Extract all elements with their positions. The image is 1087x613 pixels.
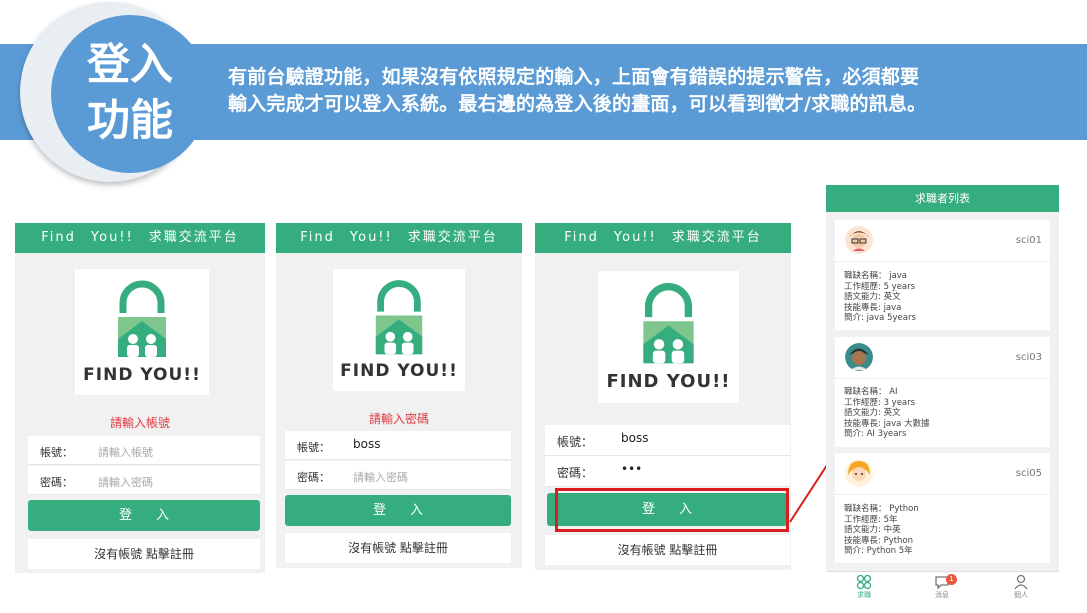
job-seeker-list-screen: 求職者列表 sci01 職缺名稱： java 工作經歷: 5 years 語文能…: [826, 185, 1059, 605]
account-field[interactable]: 帳號： boss: [545, 425, 790, 456]
logo-text: FIND YOU!!: [83, 365, 201, 385]
password-field[interactable]: 密碼： 請輸入密碼: [28, 466, 260, 495]
password-field[interactable]: 密碼： •••: [545, 456, 790, 487]
app-title-bar: Find You!! 求職交流平台: [15, 223, 265, 253]
login-button[interactable]: 登入: [285, 495, 511, 526]
password-input[interactable]: 請輸入密碼: [353, 469, 408, 485]
detail-line: 簡介: java 5years: [844, 313, 916, 323]
nav-label: 個人: [1014, 591, 1028, 599]
error-message: 請輸入帳號: [109, 416, 170, 430]
login-button-highlight: [555, 488, 789, 532]
seeker-id: sci03: [1015, 352, 1042, 363]
title-badge: 登入 功能: [20, 2, 209, 182]
avatar: [845, 459, 873, 487]
detail-line: 職缺名稱： java: [844, 271, 908, 281]
detail-line: 技能專長: java: [844, 302, 902, 313]
detail-line: 職缺名稱： Python: [844, 504, 919, 514]
title-badge-circle: 登入 功能: [51, 15, 209, 173]
card-header: sci05: [835, 453, 1050, 495]
logo-text: FIND YOU!!: [606, 371, 731, 392]
register-link[interactable]: 沒有帳號 點擊註冊: [285, 533, 511, 563]
card-header: sci03: [835, 337, 1050, 379]
banner-description: 有前台驗證功能，如果沒有依照規定的輸入，上面會有錯誤的提示警告，必須都要 輸入完…: [228, 64, 1078, 118]
password-input[interactable]: •••: [621, 462, 642, 476]
badge-line-2: 功能: [87, 96, 173, 146]
grid-icon: [856, 574, 872, 590]
account-input[interactable]: boss: [353, 437, 380, 451]
card-details: 職缺名稱： java 工作經歷: 5 years 語文能力: 英文 技能專長: …: [844, 271, 916, 324]
detail-line: 簡介: AI 3years: [844, 429, 907, 439]
error-message: 請輸入密碼: [368, 412, 429, 426]
register-link[interactable]: 沒有帳號 點擊註冊: [545, 535, 790, 565]
account-label: 帳號：: [297, 441, 330, 454]
password-label: 密碼：: [557, 466, 594, 480]
app-logo: FIND YOU!!: [333, 269, 465, 391]
register-link[interactable]: 沒有帳號 點擊註冊: [28, 539, 260, 569]
seeker-card[interactable]: sci03 職缺名稱： AI 工作經歷: 3 years 語文能力: 英文 技能…: [835, 337, 1050, 447]
account-field[interactable]: 帳號： 請輸入帳號: [28, 436, 260, 465]
nav-label: 求職: [857, 591, 871, 599]
detail-line: 職缺名稱： AI: [844, 387, 898, 397]
nav-item-jobs[interactable]: 求職: [834, 574, 894, 600]
detail-line: 工作經歷: 5 years: [844, 281, 916, 292]
avatar: [845, 343, 873, 371]
app-title-bar: Find You!! 求職交流平台: [276, 223, 522, 253]
card-header: sci01: [835, 220, 1050, 262]
detail-line: 簡介: Python 5年: [844, 546, 913, 556]
account-field[interactable]: 帳號： boss: [285, 431, 511, 460]
seeker-id: sci05: [1015, 468, 1042, 479]
password-field[interactable]: 密碼： 請輸入密碼: [285, 461, 511, 490]
account-label: 帳號：: [557, 435, 594, 449]
nav-item-messages[interactable]: 1 消息: [912, 574, 972, 600]
detail-line: 工作經歷: 5年: [844, 514, 898, 525]
app-logo: FIND YOU!!: [598, 271, 739, 403]
notification-badge: 1: [946, 574, 957, 585]
nav-label: 消息: [935, 591, 949, 599]
app-title-bar: Find You!! 求職交流平台: [535, 223, 791, 253]
login-button[interactable]: 登入: [28, 500, 260, 531]
person-icon: [1014, 574, 1028, 590]
seeker-card[interactable]: sci01 職缺名稱： java 工作經歷: 5 years 語文能力: 英文 …: [835, 220, 1050, 330]
detail-line: 語文能力: 中英: [844, 525, 901, 535]
account-input[interactable]: 請輸入帳號: [98, 444, 153, 460]
detail-line: 技能專長: java 大數據: [844, 418, 930, 429]
card-details: 職缺名稱： AI 工作經歷: 3 years 語文能力: 英文 技能專長: ja…: [844, 387, 930, 440]
seeker-id: sci01: [1015, 235, 1042, 246]
account-label: 帳號：: [40, 446, 73, 459]
account-input[interactable]: boss: [621, 431, 648, 445]
detail-line: 工作經歷: 3 years: [844, 397, 916, 408]
app-logo: FIND YOU!!: [75, 269, 209, 395]
password-input[interactable]: 請輸入密碼: [98, 474, 153, 490]
banner-line-1: 有前台驗證功能，如果沒有依照規定的輸入，上面會有錯誤的提示警告，必須都要: [228, 66, 920, 88]
login-screen-2: Find You!! 求職交流平台 FIND YOU!! 請輸入密碼 帳號： b…: [276, 223, 522, 568]
detail-line: 語文能力: 英文: [844, 292, 901, 302]
password-label: 密碼：: [40, 476, 73, 489]
seeker-card[interactable]: sci05 職缺名稱： Python 工作經歷: 5年 語文能力: 中英 技能專…: [835, 453, 1050, 563]
avatar: [845, 226, 873, 254]
banner-line-2: 輸入完成才可以登入系統。最右邊的為登入後的畫面，可以看到徵才/求職的訊息。: [228, 93, 927, 115]
logo-text: FIND YOU!!: [340, 361, 458, 381]
badge-line-1: 登入: [87, 40, 173, 90]
card-details: 職缺名稱： Python 工作經歷: 5年 語文能力: 中英 技能專長: Pyt…: [844, 504, 919, 557]
login-screen-1: Find You!! 求職交流平台 FIND YOU!! 請輸入帳號 帳號： 請…: [15, 223, 265, 573]
nav-item-profile[interactable]: 個人: [991, 574, 1051, 600]
password-label: 密碼：: [297, 471, 330, 484]
bottom-nav: 求職 1 消息 個人: [826, 571, 1059, 605]
list-title: 求職者列表: [826, 185, 1059, 212]
detail-line: 技能專長: Python: [844, 535, 914, 546]
detail-line: 語文能力: 英文: [844, 408, 901, 418]
